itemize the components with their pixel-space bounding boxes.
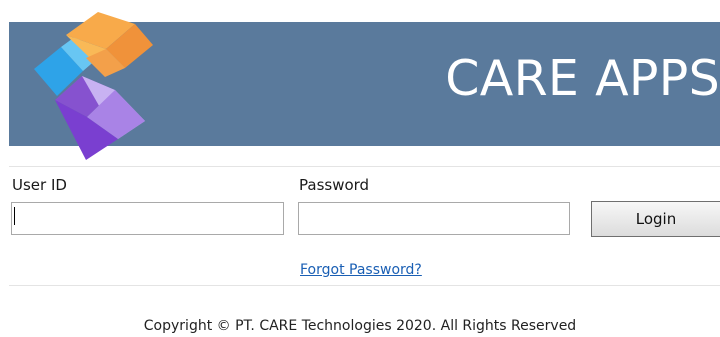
password-input[interactable] [298, 202, 570, 235]
bottom-divider [9, 285, 720, 286]
user-id-label: User ID [12, 176, 67, 194]
copyright-text: Copyright © PT. CARE Technologies 2020. … [143, 318, 577, 334]
app-title: CARE APPS [445, 50, 720, 107]
text-cursor [14, 207, 15, 225]
app-logo [34, 12, 153, 160]
login-button[interactable]: Login [591, 201, 720, 237]
forgot-password-link[interactable]: Forgot Password? [300, 263, 422, 277]
user-id-input[interactable] [11, 202, 284, 235]
password-label: Password [299, 176, 370, 194]
